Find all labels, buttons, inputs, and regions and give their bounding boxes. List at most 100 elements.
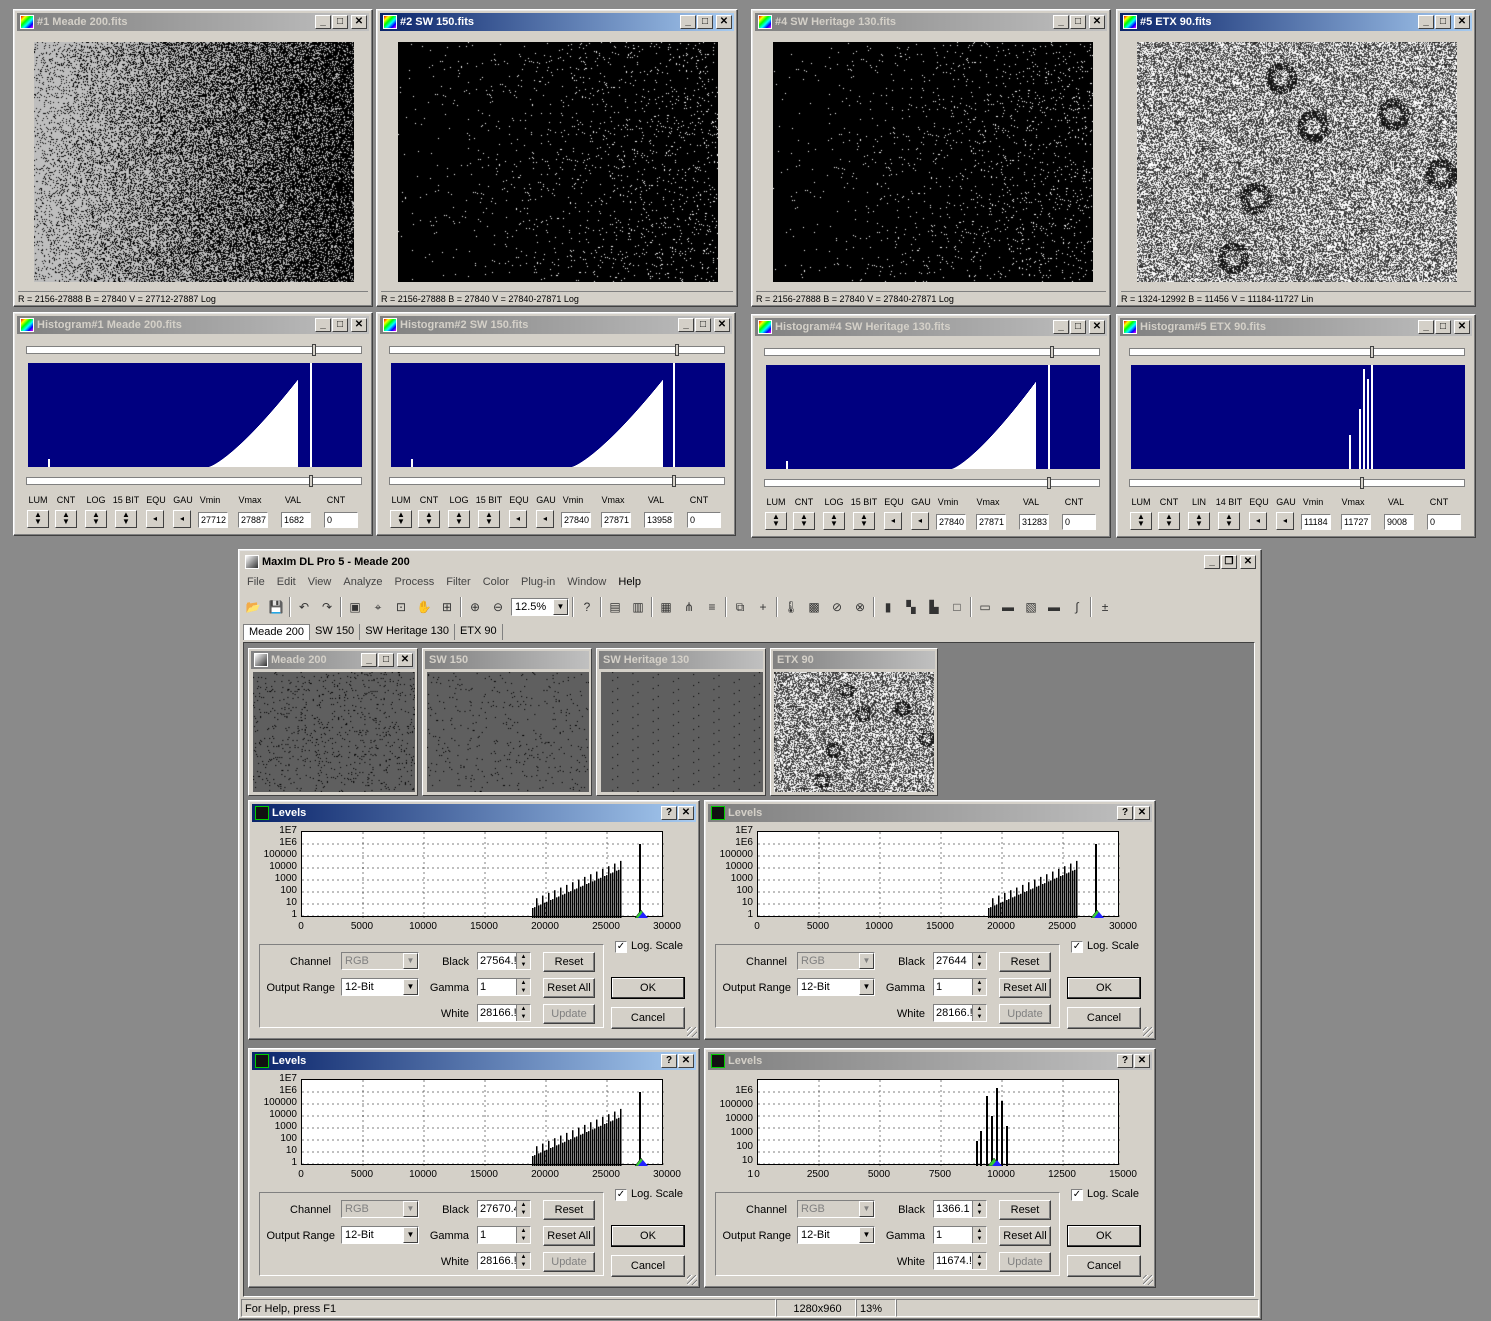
hist-spin-button[interactable]: ▲ ▼ [390,510,412,528]
ok-button[interactable]: OK [1067,1225,1141,1247]
upper-range-slider[interactable] [26,344,362,356]
hist-val-field[interactable]: 1682 [281,512,311,528]
output-range-select[interactable]: 12-Bit ▼ [341,1226,419,1244]
menu-edit[interactable]: Edit [271,576,302,588]
resize-grip-icon[interactable] [1143,1275,1153,1285]
duplicate-icon[interactable]: ⧉ [730,597,750,617]
close-button[interactable]: ✕ [351,15,367,29]
white-input[interactable]: 28166.! ▲ ▼ [477,1252,531,1270]
camera-control-icon[interactable]: ▤ [605,597,625,617]
image-view[interactable] [398,42,718,282]
thumbnail-image[interactable] [253,672,415,792]
maximize-button[interactable]: □ [332,15,348,29]
ok-button[interactable]: OK [1067,977,1141,999]
hist-vmax-field[interactable]: 27871 [976,514,1006,530]
observatory-icon[interactable]: ▥ [628,597,648,617]
undo-icon[interactable]: ↶ [294,597,314,617]
hist-spin-button[interactable]: ▲ ▼ [1218,512,1240,530]
bin-icon[interactable]: ▚ [901,597,921,617]
restore-button[interactable]: ❐ [1221,555,1237,569]
menu-color[interactable]: Color [477,576,515,588]
levels-histogram[interactable] [757,831,1120,918]
gamma-input[interactable]: 1 ▲ ▼ [477,978,531,996]
bar-icon[interactable]: ▬ [1044,597,1064,617]
spin-icon[interactable]: ▲ ▼ [516,953,530,969]
rotate-icon[interactable]: ⊗ [850,597,870,617]
image-view[interactable] [773,42,1093,282]
hist-spin-button[interactable]: ▲ ▼ [85,510,107,528]
levels-histogram[interactable] [301,831,664,918]
app-titlebar[interactable]: MaxIm DL Pro 5 - Meade 200 _ ❐ ✕ [242,553,1258,571]
hist-spin-button[interactable]: ▲ ▼ [418,510,440,528]
slider-thumb[interactable] [1370,346,1374,358]
slider-thumb[interactable] [672,475,676,487]
slider-thumb[interactable] [1047,477,1051,489]
image-window-2[interactable]: #2 SW 150.fits _ □ ✕ R = 2156-27888 B = 27… [376,9,738,307]
hist-spin-button[interactable]: ▲ ▼ [448,510,470,528]
maximize-button[interactable]: □ [1435,320,1451,334]
cancel-button[interactable]: Cancel [1067,1007,1141,1029]
menu-analyze[interactable]: Analyze [337,576,388,588]
close-button[interactable]: ✕ [1240,555,1256,569]
pan-icon[interactable]: ✋ [414,597,434,617]
hist-vmax-field[interactable]: 27887 [238,512,268,528]
spin-icon[interactable]: ▲ ▼ [516,979,530,995]
spin-icon[interactable]: ▲ ▼ [972,979,986,995]
ok-button[interactable]: OK [611,977,685,999]
slider-thumb[interactable] [1360,477,1364,489]
image-view[interactable] [34,42,354,282]
minimize-button[interactable]: _ [315,15,331,29]
hist-spin-button[interactable]: ▲ ▼ [793,512,815,530]
black-input[interactable]: 27644 ▲ ▼ [933,952,987,970]
lower-range-slider[interactable] [1129,477,1465,489]
histogram-icon[interactable]: ▮ [878,597,898,617]
thumbnail-window-1[interactable]: SW 150 [422,648,592,796]
close-button[interactable]: ✕ [1454,15,1470,29]
hist-toggle-button[interactable]: ◂ [536,510,554,528]
reset-all-button[interactable]: Reset All [543,1226,595,1246]
image-window-4[interactable]: #4 SW Heritage 130.fits _ □ ✕ R = 2156-278… [751,9,1111,307]
image-window-1-titlebar[interactable]: #1 Meade 200.fits _ □ ✕ [17,13,369,31]
levels-titlebar[interactable]: Levels ? ✕ [252,1052,696,1070]
chevron-down-icon[interactable]: ▼ [553,599,568,615]
slider-thumb[interactable] [1050,346,1054,358]
gamma-input[interactable]: 1 ▲ ▼ [477,1226,531,1244]
thumbnail-titlebar[interactable]: ETX 90 [773,651,935,669]
levels-titlebar[interactable]: Levels ? ✕ [708,804,1152,822]
close-button[interactable]: ✕ [1089,15,1105,29]
spin-icon[interactable]: ▲ ▼ [972,1201,986,1217]
maximize-button[interactable]: □ [1070,15,1086,29]
levels-dialog-0[interactable]: Levels ? ✕ 1E7 1E6 100000 10000 1000 100 10 1 0 50… [248,800,700,1040]
lower-range-slider[interactable] [389,475,725,487]
log-scale-checkbox[interactable]: ✓ [615,941,627,953]
levels-dialog-1[interactable]: Levels ? ✕ 1E7 1E6 100000 10000 1000 100 10 1 0 50… [704,800,1156,1040]
upper-range-slider[interactable] [764,346,1100,358]
close-button[interactable]: ✕ [716,15,732,29]
cancel-button[interactable]: Cancel [611,1255,685,1277]
minimize-button[interactable]: _ [1418,15,1434,29]
hist-vmin-field[interactable]: 27840 [561,512,591,528]
chevron-down-icon[interactable]: ▼ [859,1227,874,1243]
menu-file[interactable]: File [241,576,271,588]
reset-button[interactable]: Reset [543,952,595,972]
close-button[interactable]: ✕ [678,1054,694,1068]
maximize-button[interactable]: □ [1070,320,1086,334]
levels-titlebar[interactable]: Levels ? ✕ [708,1052,1152,1070]
save-icon[interactable]: 💾 [266,597,286,617]
resize-grip-icon[interactable] [687,1027,697,1037]
checker-icon[interactable]: ▩ [804,597,824,617]
hist-cnt-field[interactable]: 0 [1062,514,1096,530]
layer-icon[interactable]: ▙ [924,597,944,617]
help-button[interactable]: ? [661,806,677,820]
hist-val-field[interactable]: 9008 [1384,514,1414,530]
minimize-button[interactable]: _ [1418,320,1434,334]
image-info-icon[interactable]: ▭ [975,597,995,617]
output-range-select[interactable]: 12-Bit ▼ [797,978,875,996]
levels-titlebar[interactable]: Levels ? ✕ [252,804,696,822]
histogram-titlebar[interactable]: Histogram#1 Meade 200.fits _ □ ✕ [17,316,369,334]
open-icon[interactable]: 📂 [243,597,263,617]
spin-icon[interactable]: ▲ ▼ [972,1227,986,1243]
hist-vmax-field[interactable]: 11727 [1341,514,1371,530]
menu-filter[interactable]: Filter [440,576,476,588]
hist-spin-button[interactable]: ▲ ▼ [478,510,500,528]
